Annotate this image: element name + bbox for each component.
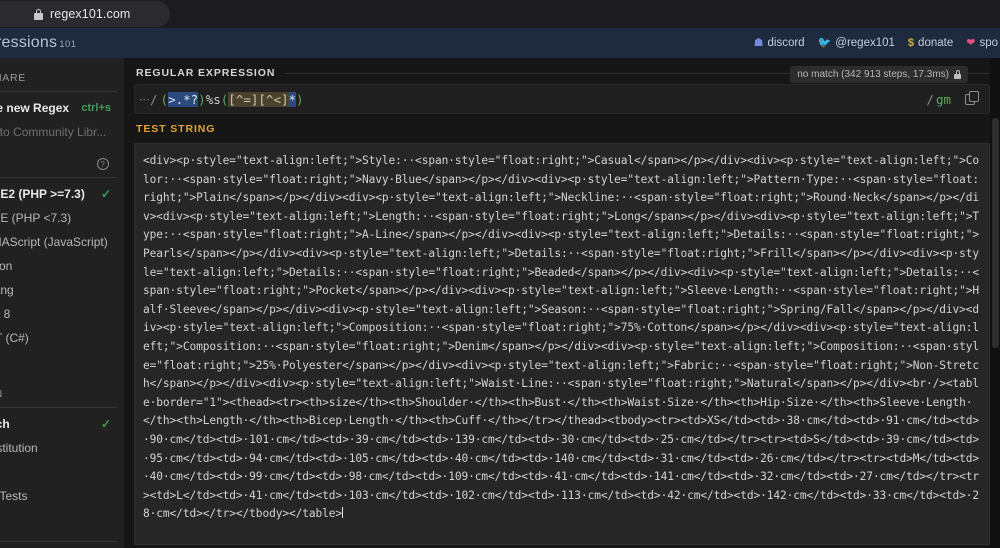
address-bar-url: regex101.com <box>50 7 131 21</box>
sidebar-item-substitution-label: Substitution <box>0 441 38 455</box>
app-header: ressions 101 ☗ discord 🐦 @regex101 $ dona… <box>0 28 1000 58</box>
regular-expression-label-text: REGULAR EXPRESSION <box>136 67 276 79</box>
site-logo[interactable]: ressions 101 <box>0 34 77 52</box>
sidebar-section-tools-title: S <box>0 508 124 539</box>
sidebar-item-golang-label: Golang <box>0 283 14 297</box>
regex-flags[interactable]: / gm <box>926 92 951 107</box>
page-scrollbar[interactable] <box>990 58 1000 548</box>
sidebar-divider <box>0 407 117 408</box>
lock-icon <box>954 70 961 79</box>
header-link-discord[interactable]: ☗ discord <box>754 37 805 49</box>
sidebar-item-substitution[interactable]: Substitution <box>0 436 124 460</box>
regex-flags-value: gm <box>935 91 951 107</box>
match-status-badge: no match (342 913 steps, 17.3ms) <box>790 66 968 83</box>
test-string-label-text: TEST STRING <box>136 123 216 135</box>
sidebar-item-java8-label: Java 8 <box>0 307 11 321</box>
sidebar-item-list[interactable]: List <box>0 460 124 484</box>
regex-group-close: ) <box>198 91 206 107</box>
test-string-label: TEST STRING <box>134 114 990 140</box>
test-string-editor[interactable]: <div><p·style="text-align:left;">Style:·… <box>134 143 990 545</box>
sidebar-item-unit-tests[interactable]: Unit Tests <box>0 484 124 508</box>
twitter-icon: 🐦 <box>817 36 832 49</box>
sidebar-item-pcre-label: PCRE (PHP <7.3) <box>0 211 72 225</box>
regex-group-open: ( <box>160 91 169 107</box>
sidebar-item-pcre[interactable]: PCRE (PHP <7.3) <box>0 206 124 230</box>
regex-literal: %s <box>205 91 221 107</box>
regex-pattern[interactable]: (>.*?)%s([^=][^<]*) <box>160 91 304 107</box>
sidebar-item-save-new-regex[interactable]: Save new Regex ctrl+s <box>0 96 124 120</box>
sidebar-item-python[interactable]: Python <box>0 254 124 278</box>
sidebar-item-pcre2[interactable]: PCRE2 (PHP >=7.3) ✓ <box>0 182 124 206</box>
header-links: ☗ discord 🐦 @regex101 $ donate ❤ spo <box>754 37 1000 49</box>
regex-delimiter-close: / <box>926 91 934 107</box>
header-link-sponsor-label: spo <box>979 37 998 49</box>
discord-icon: ☗ <box>753 36 764 49</box>
sidebar-divider <box>0 541 117 542</box>
sidebar-item-java8[interactable]: Java 8 <box>0 302 124 326</box>
sidebar-item-match-label: Match <box>0 417 10 431</box>
sidebar-section-flavor-title: OR ? <box>0 144 124 175</box>
regex-input[interactable]: ⋮ / (>.*?)%s([^=][^<]*) / gm <box>134 84 990 114</box>
regex-group2-close: ) <box>296 91 304 107</box>
header-link-twitter[interactable]: 🐦 @regex101 <box>818 37 895 49</box>
sidebar-item-save-new-regex-label: Save new Regex <box>0 101 70 115</box>
sidebar-item-save-new-regex-shortcut: ctrl+s <box>81 102 111 114</box>
match-status-text: no match (342 913 steps, 17.3ms) <box>797 69 949 80</box>
site-logo-text: ressions <box>0 34 58 51</box>
question-circle-icon[interactable]: ? <box>97 158 109 170</box>
check-icon: ✓ <box>100 187 111 201</box>
sidebar-section-function-label: TION <box>0 388 3 400</box>
sidebar-item-python-label: Python <box>0 259 13 273</box>
site-logo-suffix: 101 <box>59 39 77 50</box>
sidebar-item-pcre2-label: PCRE2 (PHP >=7.3) <box>0 187 85 201</box>
sidebar-item-dotnet-label: .NET (C#) <box>0 331 29 345</box>
sidebar-section-share-title: & SHARE <box>0 58 124 89</box>
header-link-discord-label: discord <box>767 37 805 49</box>
sidebar-item-unit-tests-label: Unit Tests <box>0 489 28 503</box>
sidebar-item-match[interactable]: Match ✓ <box>0 412 124 436</box>
heart-icon: ❤ <box>966 36 976 49</box>
regex-charclass-1: [^=] <box>228 91 259 107</box>
regex-lazy-quantifier: .*? <box>175 91 199 107</box>
sidebar-item-golang[interactable]: Golang <box>0 278 124 302</box>
kebab-menu-icon[interactable]: ⋮ <box>138 94 151 104</box>
sidebar-divider <box>0 177 117 178</box>
copy-icon[interactable] <box>965 91 981 107</box>
sidebar-section-share-label: & SHARE <box>0 72 26 84</box>
main-panel: REGULAR EXPRESSION no match (342 913 ste… <box>124 58 1000 548</box>
address-bar[interactable]: regex101.com <box>0 1 170 27</box>
sidebar-item-rust[interactable]: Rust <box>0 350 124 374</box>
check-icon: ✓ <box>100 417 111 431</box>
text-caret <box>342 507 344 519</box>
test-string-content[interactable]: <div><p·style="text-align:left;">Style:·… <box>143 154 979 520</box>
lock-icon <box>34 8 43 20</box>
header-link-twitter-label: @regex101 <box>835 37 895 49</box>
regex-star-quantifier: * <box>288 91 297 107</box>
regex-delimiter-open: / <box>150 91 158 107</box>
regex-gt: > <box>168 91 176 107</box>
sidebar-section-function-title: TION <box>0 374 124 405</box>
sidebar-item-ecmascript[interactable]: ECMAScript (JavaScript) <box>0 230 124 254</box>
header-link-donate[interactable]: $ donate <box>908 37 953 49</box>
header-link-donate-label: donate <box>918 37 954 49</box>
sidebar-divider <box>0 91 117 92</box>
left-sidebar: & SHARE Save new Regex ctrl+s Add to Com… <box>0 58 124 548</box>
sidebar-item-add-to-community-library-label: Add to Community Libr... <box>0 125 107 139</box>
sidebar-item-add-to-community-library[interactable]: Add to Community Libr... <box>0 120 124 144</box>
browser-chrome-bar: regex101.com <box>0 0 1000 28</box>
regex-charclass-2: [^<] <box>258 91 289 107</box>
page-scrollbar-thumb[interactable] <box>992 118 999 348</box>
dollar-icon: $ <box>907 36 915 49</box>
sidebar-item-ecmascript-label: ECMAScript (JavaScript) <box>0 235 108 249</box>
header-link-sponsor[interactable]: ❤ spo <box>966 37 998 49</box>
sidebar-item-dotnet[interactable]: .NET (C#) <box>0 326 124 350</box>
